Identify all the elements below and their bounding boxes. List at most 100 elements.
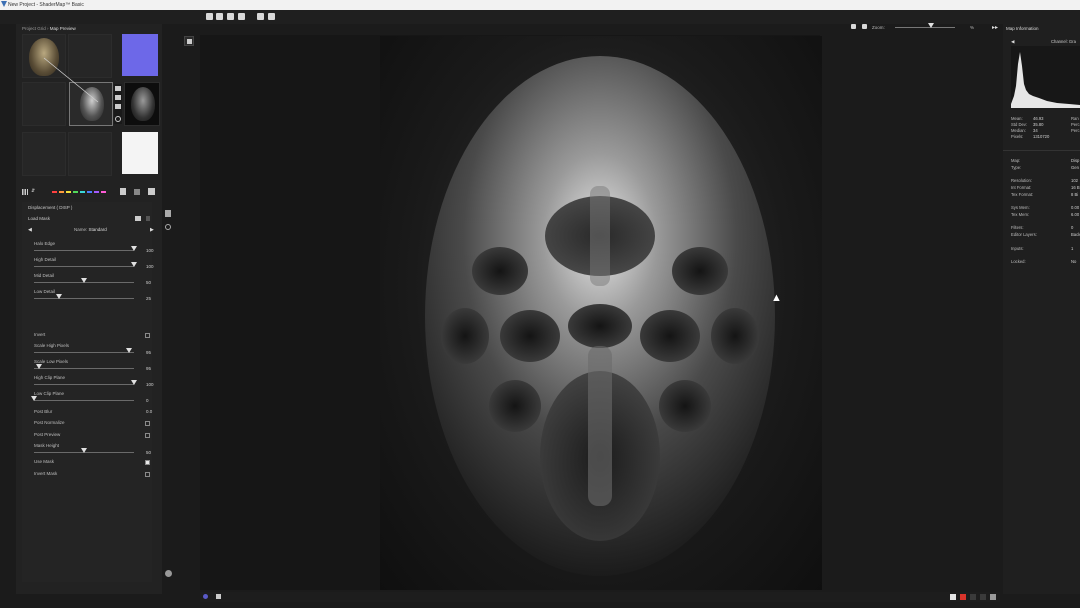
- slider-track[interactable]: [34, 266, 134, 267]
- color-picker-icon[interactable]: [203, 594, 208, 599]
- copy-icon[interactable]: [268, 13, 275, 20]
- invert-checkbox[interactable]: [145, 333, 150, 338]
- zoom-slider-track[interactable]: [895, 27, 955, 28]
- render-icon[interactable]: [148, 188, 155, 195]
- preview-canvas[interactable]: [380, 36, 822, 590]
- tools-icon[interactable]: [257, 13, 264, 20]
- color-tag-swatch[interactable]: [101, 191, 106, 193]
- app-logo-icon: [1, 1, 7, 7]
- actual-size-icon[interactable]: [862, 24, 867, 29]
- status-indicator[interactable]: [970, 594, 976, 600]
- info-property-label: Inputs:: [1011, 246, 1024, 251]
- channel-prev-arrow[interactable]: ◀: [1011, 39, 1014, 45]
- status-indicator[interactable]: [990, 594, 996, 600]
- slider-label: High Detail: [34, 257, 57, 262]
- preview-tab-icon[interactable]: [165, 224, 171, 230]
- export-icon[interactable]: [120, 188, 126, 195]
- grid-view-icon[interactable]: [22, 189, 28, 195]
- info-property-label: Filters:: [1011, 225, 1024, 230]
- slider-knob[interactable]: [56, 294, 62, 299]
- save-as-icon[interactable]: [238, 13, 245, 20]
- slider-value[interactable]: 95: [146, 350, 151, 355]
- slider-track[interactable]: [34, 400, 134, 401]
- slider-value[interactable]: 25: [146, 296, 151, 301]
- breadcrumb: Project Grid › Map Preview: [22, 26, 76, 31]
- slider-knob[interactable]: [131, 262, 137, 267]
- zoom-slider-knob[interactable]: [928, 23, 934, 28]
- sort-icon[interactable]: ⇵: [31, 188, 35, 194]
- invert-mask-checkbox[interactable]: [145, 472, 150, 477]
- mask-height-knob[interactable]: [81, 448, 87, 453]
- fit-view-icon[interactable]: [851, 24, 856, 29]
- add-icon[interactable]: [115, 95, 121, 100]
- slider-value[interactable]: 100: [146, 248, 154, 253]
- save-icon[interactable]: [115, 104, 121, 109]
- ao-map-thumbnail[interactable]: [124, 82, 160, 126]
- color-tag-swatch[interactable]: [73, 191, 78, 193]
- connection-line: [43, 57, 99, 103]
- open-mask-icon[interactable]: [135, 216, 141, 221]
- properties-tab-icon[interactable]: [165, 210, 171, 217]
- post-normalize-checkbox[interactable]: [145, 421, 150, 426]
- info-property-value: 8 Bi: [1071, 192, 1079, 197]
- slider-label: Scale High Pixels: [34, 343, 70, 348]
- color-tag-swatch[interactable]: [80, 191, 85, 193]
- slider-knob[interactable]: [126, 348, 132, 353]
- color-tag-swatch[interactable]: [52, 191, 57, 193]
- use-mask-checkbox[interactable]: [145, 460, 150, 465]
- slider-knob[interactable]: [81, 278, 87, 283]
- slider-track[interactable]: [34, 298, 134, 299]
- stat-value: 46.93: [1033, 116, 1044, 121]
- slider-value[interactable]: 0: [146, 398, 149, 403]
- slider-track[interactable]: [34, 384, 134, 385]
- stat-value: 34: [1033, 128, 1038, 133]
- lock-icon[interactable]: [115, 86, 121, 91]
- info-property-label: Locked:: [1011, 259, 1026, 264]
- preset-prev-arrow[interactable]: ◀: [28, 227, 32, 233]
- settings-icon[interactable]: [165, 570, 172, 577]
- slider-value[interactable]: 95: [146, 366, 151, 371]
- mask-height-value[interactable]: 50: [146, 450, 151, 455]
- open-folder-icon[interactable]: [216, 13, 223, 20]
- color-tag-swatch[interactable]: [59, 191, 64, 193]
- normal-map-thumbnail[interactable]: [122, 34, 158, 76]
- slider-knob[interactable]: [31, 396, 37, 401]
- batch-icon[interactable]: [134, 189, 140, 195]
- channel-label[interactable]: Channel: Gra: [1051, 39, 1076, 44]
- info-property-label: Map:: [1011, 158, 1021, 163]
- viewport-tool-button[interactable]: [184, 36, 194, 46]
- slider-track[interactable]: [34, 352, 134, 353]
- info-icon[interactable]: [115, 116, 121, 122]
- new-file-icon[interactable]: [206, 13, 213, 20]
- slider-track[interactable]: [34, 368, 134, 369]
- preset-next-arrow[interactable]: ▶: [150, 227, 154, 233]
- breadcrumb-root[interactable]: Project Grid: [22, 26, 46, 31]
- slider-value[interactable]: 50: [146, 280, 151, 285]
- map-properties-panel: Displacement ( DISP ) Load Mask ◀ Name: …: [22, 202, 154, 582]
- lock-view-icon[interactable]: [216, 594, 221, 599]
- slider-knob[interactable]: [131, 246, 137, 251]
- save-icon[interactable]: [227, 13, 234, 20]
- preset-selector[interactable]: Name: Standard: [74, 227, 107, 232]
- color-tag-swatch[interactable]: [94, 191, 99, 193]
- status-indicator[interactable]: [950, 594, 956, 600]
- empty-grid-cell[interactable]: [22, 132, 66, 176]
- post-blur-value[interactable]: 0.0: [146, 409, 152, 414]
- empty-grid-cell[interactable]: [68, 132, 112, 176]
- slider-track[interactable]: [34, 250, 134, 251]
- slider-value[interactable]: 100: [146, 264, 154, 269]
- zoom-value: %: [970, 25, 975, 30]
- slider-knob[interactable]: [131, 380, 137, 385]
- post-preview-checkbox[interactable]: [145, 433, 150, 438]
- slider-knob[interactable]: [36, 364, 42, 369]
- clear-mask-icon[interactable]: [146, 216, 150, 221]
- color-tag-swatch[interactable]: [66, 191, 71, 193]
- collapse-right-panel-icon[interactable]: ▸▸: [992, 24, 998, 31]
- slider-label: High Clip Plane: [34, 375, 66, 380]
- status-indicator[interactable]: [980, 594, 986, 600]
- status-indicator[interactable]: [960, 594, 966, 600]
- specular-map-thumbnail[interactable]: [122, 132, 158, 174]
- color-tag-swatch[interactable]: [87, 191, 92, 193]
- color-tag-strip[interactable]: [52, 191, 112, 193]
- slider-value[interactable]: 100: [146, 382, 154, 387]
